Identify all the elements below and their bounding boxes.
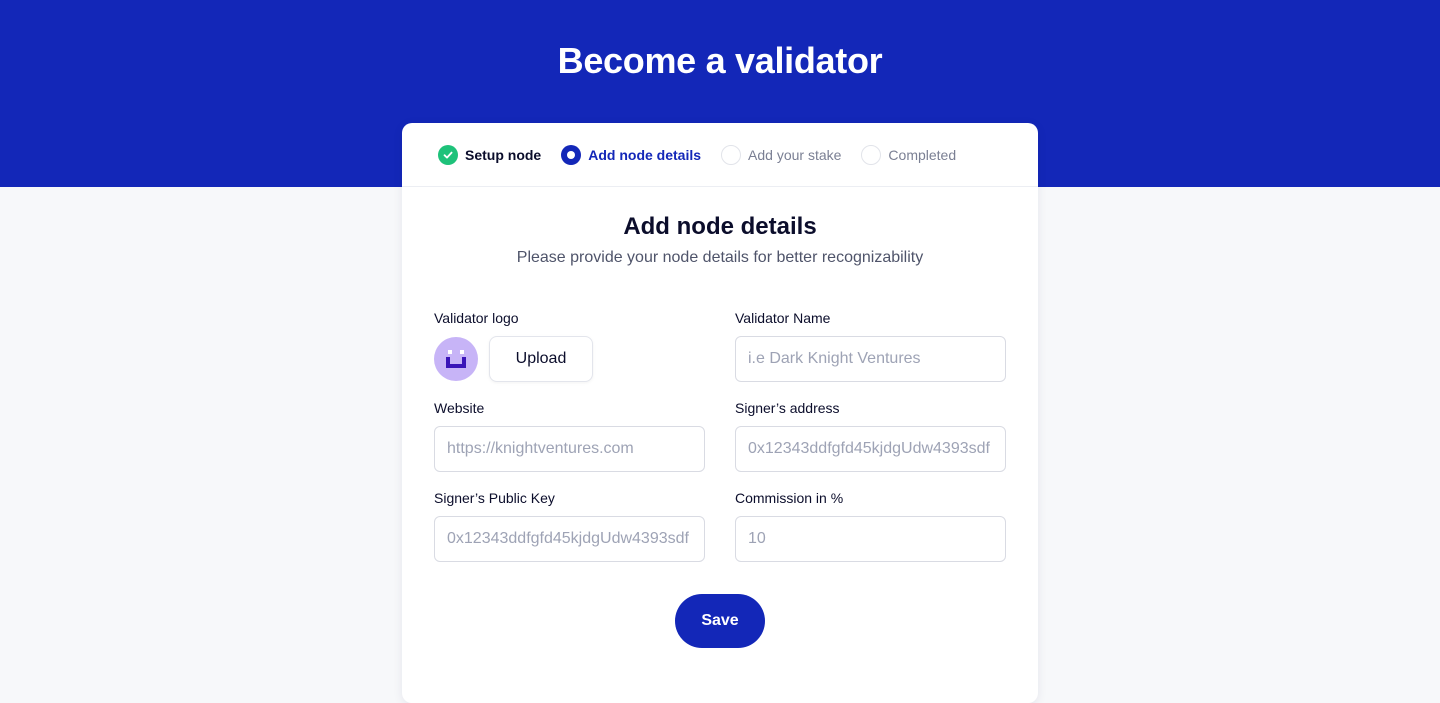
validator-name-field: Validator Name [735,309,1006,382]
step-setup-node[interactable]: Setup node [438,144,542,165]
signer-public-key-label: Signer’s Public Key [434,490,555,506]
active-step-icon [561,144,582,165]
signer-address-field: Signer’s address [735,399,1006,472]
commission-field: Commission in % [735,489,1006,562]
signer-address-input[interactable] [735,426,1006,472]
validator-form-card: Setup node Add node details Add your sta… [402,123,1038,703]
signer-public-key-input[interactable] [434,516,705,562]
page-title: Become a validator [557,40,883,81]
validator-name-label: Validator Name [735,310,831,326]
commission-label: Commission in % [735,490,844,506]
check-icon [438,144,458,165]
validator-avatar-icon [434,337,478,381]
stepper: Setup node Add node details Add your sta… [402,123,1038,187]
commission-input[interactable] [735,516,1006,562]
step-add-node-details[interactable]: Add node details [561,144,702,165]
step-label: Add your stake [748,146,842,163]
validator-name-input[interactable] [735,336,1006,382]
website-field: Website [434,399,705,472]
validator-logo-label: Validator logo [434,310,519,326]
step-label: Setup node [465,146,542,163]
website-input[interactable] [434,426,705,472]
card-title: Add node details [623,213,817,240]
signer-address-label: Signer’s address [735,400,840,416]
validator-logo-field: Validator logo Upload [434,309,705,382]
signer-public-key-field: Signer’s Public Key [434,489,705,562]
step-label: Completed [888,146,957,163]
step-add-your-stake[interactable]: Add your stake [721,144,842,165]
website-label: Website [434,400,485,416]
pending-step-icon [861,144,882,165]
step-label: Add node details [588,146,702,163]
pending-step-icon [721,144,742,165]
upload-logo-button[interactable]: Upload [489,336,593,382]
step-completed[interactable]: Completed [861,144,957,165]
card-subtitle: Please provide your node details for bet… [516,249,924,266]
save-button[interactable]: Save [675,594,765,648]
